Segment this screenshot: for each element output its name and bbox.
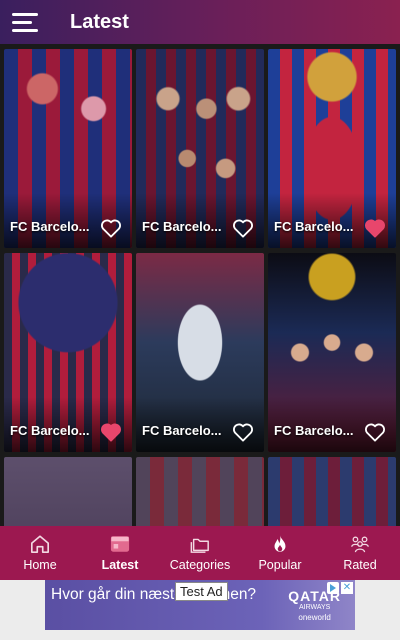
wallpaper-caption: FC Barcelo... (142, 423, 222, 438)
heart-icon[interactable] (100, 422, 122, 442)
hamburger-menu-icon[interactable] (12, 7, 46, 37)
heart-icon[interactable] (100, 218, 122, 238)
wallpaper-card[interactable]: FC Barcelo... (4, 253, 132, 452)
app-bar: Latest (0, 0, 400, 44)
heart-icon[interactable] (232, 218, 254, 238)
ad-text: Hvor går din næste ferie hen? (51, 586, 257, 603)
wallpaper-card[interactable]: FC Barcelo... (268, 253, 396, 452)
nav-label: Rated (343, 558, 377, 572)
nav-item-home[interactable]: Home (0, 526, 80, 580)
wallpaper-card[interactable] (4, 457, 132, 526)
nav-item-rated[interactable]: Rated (320, 526, 400, 580)
wallpaper-thumbnail (268, 457, 396, 526)
wallpaper-caption: FC Barcelo... (274, 423, 354, 438)
wallpaper-card[interactable]: FC Barcelo... (4, 49, 132, 248)
wallpaper-card[interactable]: FC Barcelo... (268, 49, 396, 248)
wallpaper-caption: FC Barcelo... (10, 219, 90, 234)
wallpaper-grid: FC Barcelo... FC Barcelo... FC Barcelo..… (0, 44, 400, 526)
home-icon (31, 535, 49, 553)
nav-label: Categories (169, 558, 231, 572)
ad-info-icon[interactable] (327, 582, 339, 594)
ad-banner-area: Hvor går din næste ferie hen? Test Ad QA… (0, 580, 400, 640)
wallpaper-caption: FC Barcelo... (274, 219, 354, 234)
latest-icon (110, 536, 130, 552)
wallpaper-thumbnail (4, 457, 132, 526)
nav-item-popular[interactable]: Popular (240, 526, 320, 580)
wallpaper-card[interactable] (268, 457, 396, 526)
nav-item-categories[interactable]: Categories (160, 526, 240, 580)
wallpaper-card[interactable]: FC Barcelo... (136, 253, 264, 452)
bottom-navigation: Home Latest Categories Popular Rated (0, 526, 400, 580)
nav-label: Popular (258, 558, 302, 572)
ad-close-icon[interactable]: ✕ (341, 582, 353, 594)
nav-item-latest[interactable]: Latest (80, 526, 160, 580)
nav-label: Latest (101, 558, 139, 572)
folders-icon (190, 538, 209, 553)
flame-icon (274, 535, 286, 552)
heart-icon[interactable] (232, 422, 254, 442)
group-icon (351, 536, 369, 553)
nav-label: Home (23, 558, 57, 572)
ad-banner[interactable]: Hvor går din næste ferie hen? Test Ad QA… (45, 580, 355, 630)
wallpaper-thumbnail (136, 457, 264, 526)
test-ad-badge: Test Ad (175, 582, 228, 601)
heart-icon[interactable] (364, 422, 386, 442)
wallpaper-card[interactable]: FC Barcelo... (136, 49, 264, 248)
page-title: Latest (70, 10, 129, 33)
wallpaper-card[interactable] (136, 457, 264, 526)
wallpaper-caption: FC Barcelo... (10, 423, 90, 438)
heart-icon[interactable] (364, 218, 386, 238)
wallpaper-caption: FC Barcelo... (142, 219, 222, 234)
